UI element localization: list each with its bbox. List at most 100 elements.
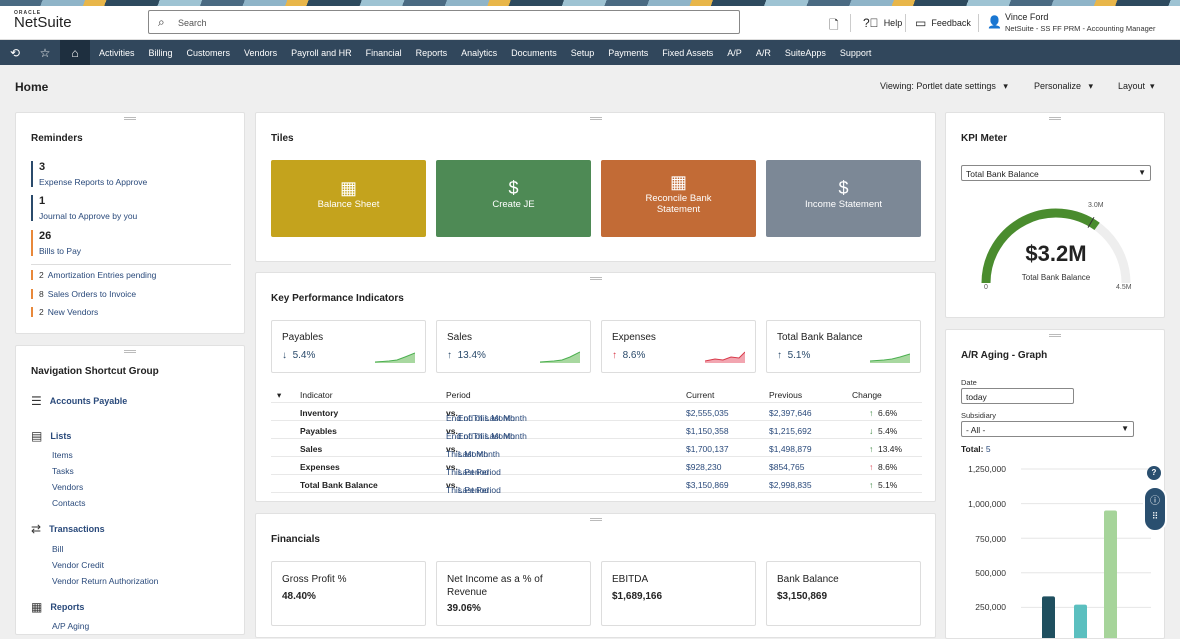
financial-box[interactable]: Gross Profit % 48.40% bbox=[271, 561, 426, 626]
drag-handle[interactable] bbox=[1049, 334, 1061, 337]
accounts-payable-link[interactable]: ☰ Accounts Payable bbox=[31, 394, 127, 408]
shortcut-ap-aging[interactable]: A/P Aging bbox=[52, 621, 89, 631]
nav-ap[interactable]: A/P bbox=[720, 48, 749, 58]
tile-reconcile[interactable]: ▦ Reconcile Bank Statement bbox=[601, 160, 756, 237]
nav-payments[interactable]: Payments bbox=[601, 48, 655, 58]
drag-handle[interactable] bbox=[1049, 117, 1061, 120]
nav-fixed-assets[interactable]: Fixed Assets bbox=[655, 48, 720, 58]
favorites-icon[interactable]: ☆ bbox=[30, 40, 60, 65]
reminder-minor-item[interactable]: 8 Sales Orders to Invoice bbox=[31, 289, 136, 299]
help-widget[interactable]: ⓘ ⠿ bbox=[1143, 486, 1167, 532]
chart-bar[interactable] bbox=[1104, 510, 1117, 639]
reminder-minor-item[interactable]: 2 Amortization Entries pending bbox=[31, 270, 156, 280]
date-input[interactable]: today bbox=[961, 388, 1074, 404]
home-icon[interactable]: ⌂ bbox=[60, 40, 90, 65]
cell-period[interactable]: This Period vs. Last Period bbox=[446, 462, 501, 477]
cell-previous[interactable]: $2,397,646 bbox=[769, 408, 812, 418]
help-button[interactable]: ?⃝ Help bbox=[863, 16, 902, 30]
drag-handle[interactable] bbox=[589, 518, 602, 521]
cell-period[interactable]: This Period vs. Last Period bbox=[446, 480, 501, 495]
drag-handle[interactable] bbox=[589, 117, 602, 120]
layout-dropdown[interactable]: Layout ▾ bbox=[1118, 81, 1155, 92]
netsuite-logo[interactable]: ORACLE NetSuite bbox=[14, 10, 72, 30]
nav-reports[interactable]: Reports bbox=[409, 48, 455, 58]
reports-heading[interactable]: ▦ Reports bbox=[31, 600, 84, 614]
feedback-label: Feedback bbox=[931, 18, 971, 28]
arrow-up-icon: ↑ bbox=[612, 350, 617, 361]
tile-create-je[interactable]: $ Create JE bbox=[436, 160, 591, 237]
search-input[interactable]: ⌕ Search bbox=[148, 10, 740, 34]
tiles-portlet: Tiles ▦ Balance Sheet $ Create JE ▦ Reconci… bbox=[255, 112, 936, 262]
tile-income-statement[interactable]: $ Income Statement bbox=[766, 160, 921, 237]
cell-current[interactable]: $1,150,358 bbox=[686, 426, 729, 436]
financial-box[interactable]: EBITDA $1,689,166 bbox=[601, 561, 756, 626]
reminder-item[interactable]: 26 Bills to Pay bbox=[31, 230, 81, 256]
reminder-count: 1 bbox=[39, 195, 46, 207]
caret-down-icon[interactable]: ▾ bbox=[277, 390, 281, 401]
financial-box[interactable]: Net Income as a % of Revenue 39.06% bbox=[436, 561, 591, 626]
sparkline-icon bbox=[870, 353, 910, 363]
cell-period[interactable]: End of This Month vs. End of Last Month bbox=[446, 426, 527, 441]
financial-box[interactable]: Bank Balance $3,150,869 bbox=[766, 561, 921, 626]
chart-bar[interactable] bbox=[1074, 604, 1087, 639]
kpi-name: Payables bbox=[282, 332, 324, 343]
info-icon[interactable]: ⓘ bbox=[1145, 492, 1165, 507]
nav-customers[interactable]: Customers bbox=[180, 48, 238, 58]
nav-payroll[interactable]: Payroll and HR bbox=[284, 48, 359, 58]
nav-financial[interactable]: Financial bbox=[359, 48, 409, 58]
keypad-icon[interactable]: ⠿ bbox=[1145, 511, 1165, 522]
cell-previous[interactable]: $2,998,835 bbox=[769, 480, 812, 490]
nav-ar[interactable]: A/R bbox=[749, 48, 778, 58]
kpi-box[interactable]: Total Bank Balance ↑ 5.1% bbox=[766, 320, 921, 373]
kpi-meter-label: Total Bank Balance bbox=[1021, 273, 1091, 282]
shortcut-vendor-return[interactable]: Vendor Return Authorization bbox=[52, 576, 158, 586]
kpi-box[interactable]: Expenses ↑ 8.6% bbox=[601, 320, 756, 373]
cell-period[interactable]: This Month vs. Last Month bbox=[446, 444, 500, 459]
nav-support[interactable]: Support bbox=[833, 48, 879, 58]
nav-setup[interactable]: Setup bbox=[564, 48, 602, 58]
shortcut-tasks[interactable]: Tasks bbox=[52, 466, 74, 476]
drag-handle[interactable] bbox=[124, 350, 136, 353]
reminder-item[interactable]: 1 Journal to Approve by you bbox=[31, 195, 137, 221]
cell-period[interactable]: End of This Month vs. End of Last Month bbox=[446, 408, 527, 423]
shortcut-bill[interactable]: Bill bbox=[52, 544, 63, 554]
recent-records-icon[interactable]: 🗋 bbox=[829, 16, 839, 37]
reminder-minor-item[interactable]: 2 New Vendors bbox=[31, 307, 98, 317]
kpi-box[interactable]: Payables ↓ 5.4% bbox=[271, 320, 426, 373]
viewing-dropdown[interactable]: Viewing: Portlet date settings ▾ bbox=[880, 81, 1008, 92]
shortcut-vendors[interactable]: Vendors bbox=[52, 482, 83, 492]
shortcut-vendor-credit[interactable]: Vendor Credit bbox=[52, 560, 104, 570]
drag-handle[interactable] bbox=[589, 277, 602, 280]
cell-current[interactable]: $2,555,035 bbox=[686, 408, 729, 418]
recent-icon[interactable]: ⟲ bbox=[0, 40, 30, 65]
kpi-name: Sales bbox=[447, 332, 473, 343]
tile-balance-sheet[interactable]: ▦ Balance Sheet bbox=[271, 160, 426, 237]
sparkline-icon bbox=[705, 351, 745, 363]
feedback-button[interactable]: ▭ Feedback bbox=[915, 16, 971, 30]
chart-bar[interactable] bbox=[1042, 596, 1055, 639]
subsidiary-select[interactable]: - All - ▼ bbox=[961, 421, 1134, 437]
shortcut-contacts[interactable]: Contacts bbox=[52, 498, 86, 508]
kpi-meter-select[interactable]: Total Bank Balance ▼ bbox=[961, 165, 1151, 181]
nav-documents[interactable]: Documents bbox=[504, 48, 564, 58]
date-label: Date bbox=[961, 378, 977, 387]
cell-previous[interactable]: $1,498,879 bbox=[769, 444, 812, 454]
reminder-item[interactable]: 3 Expense Reports to Approve bbox=[31, 161, 147, 187]
cell-previous[interactable]: $854,765 bbox=[769, 462, 804, 472]
personalize-dropdown[interactable]: Personalize ▾ bbox=[1034, 81, 1093, 92]
nav-vendors[interactable]: Vendors bbox=[237, 48, 284, 58]
nav-analytics[interactable]: Analytics bbox=[454, 48, 504, 58]
nav-suiteapps[interactable]: SuiteApps bbox=[778, 48, 833, 58]
cell-current[interactable]: $1,700,137 bbox=[686, 444, 729, 454]
shortcut-items[interactable]: Items bbox=[52, 450, 73, 460]
nav-billing[interactable]: Billing bbox=[142, 48, 180, 58]
transactions-heading[interactable]: ⇄ Transactions bbox=[31, 522, 105, 536]
cell-previous[interactable]: $1,215,692 bbox=[769, 426, 812, 436]
kpi-box[interactable]: Sales ↑ 13.4% bbox=[436, 320, 591, 373]
drag-handle[interactable] bbox=[124, 117, 136, 120]
nav-activities[interactable]: Activities bbox=[92, 48, 142, 58]
cell-current[interactable]: $928,230 bbox=[686, 462, 721, 472]
cell-current[interactable]: $3,150,869 bbox=[686, 480, 729, 490]
lists-heading[interactable]: ▤ Lists bbox=[31, 429, 71, 443]
help-question-icon[interactable]: ? bbox=[1147, 466, 1161, 480]
